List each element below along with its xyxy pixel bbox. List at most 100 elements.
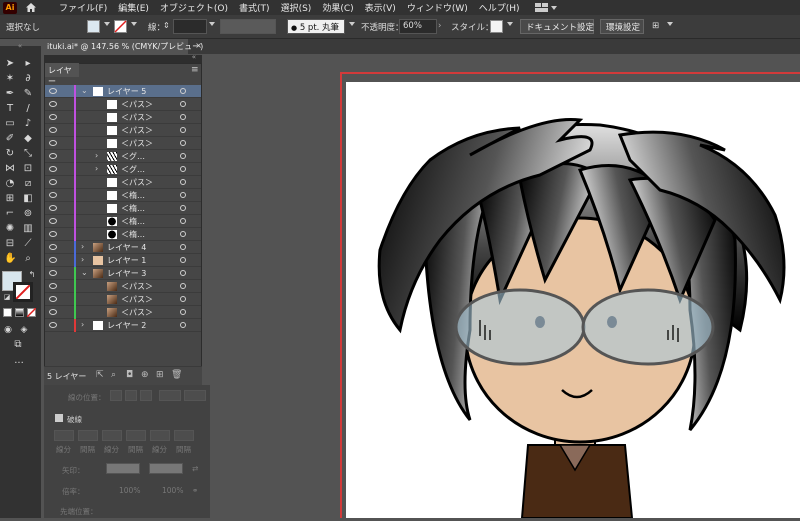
symbol-sprayer-icon[interactable]: ✺ [4,223,16,235]
gap-3-field[interactable] [174,430,194,441]
layer-row[interactable]: ＜パス＞ [45,293,201,306]
stroke-weight-field[interactable] [173,19,207,34]
opacity-arrow-icon[interactable]: › [438,21,441,31]
layer-row[interactable]: ＜パス＞ [45,124,201,137]
menu-view[interactable]: 表示(V) [365,1,396,14]
delete-layer-icon[interactable]: 🗑 [171,370,182,380]
brush-definition[interactable]: ● 5 pt. 丸筆 [287,19,345,34]
chevron-down-icon[interactable] [104,22,110,26]
type-tool-icon[interactable]: T [4,103,16,115]
scale-icon[interactable]: ⤡ [22,148,34,160]
gap-1-field[interactable] [78,430,98,441]
visibility-eye-icon[interactable] [49,283,57,289]
target-circle-icon[interactable] [180,192,186,198]
align-inside-icon[interactable] [125,390,137,401]
panel-menu-icon[interactable]: ≡ [191,65,199,75]
default-colors-icon[interactable]: ◪ [1,291,13,303]
link-icon[interactable]: ⚭ [192,486,198,495]
layer-row[interactable]: ＜パス＞ [45,98,201,111]
visibility-eye-icon[interactable] [49,231,57,237]
layer-row[interactable]: ⌄ レイヤー 3 [45,267,201,280]
target-circle-icon[interactable] [180,322,186,328]
character-illustration[interactable] [346,82,800,519]
fill-swatch[interactable] [87,20,100,33]
visibility-eye-icon[interactable] [49,270,57,276]
opacity-field[interactable]: 60% [399,19,437,34]
dashed-checkbox[interactable] [55,414,63,422]
artboard-tool-icon[interactable]: ⊟ [4,238,16,250]
target-circle-icon[interactable] [180,296,186,302]
layer-row[interactable]: ＜楕… [45,189,201,202]
rotate-icon[interactable]: ↻ [4,148,16,160]
layer-row[interactable]: › ＜グ… [45,163,201,176]
visibility-eye-icon[interactable] [49,192,57,198]
align-center-icon[interactable] [110,390,122,401]
target-circle-icon[interactable] [180,270,186,276]
variable-width-profile[interactable] [220,19,276,34]
start-scale[interactable]: 100% [119,486,140,495]
visibility-eye-icon[interactable] [49,153,57,159]
visibility-eye-icon[interactable] [49,101,57,107]
target-circle-icon[interactable] [180,179,186,185]
chevron-down-icon[interactable]: ⌄ [81,86,88,95]
target-circle-icon[interactable] [180,127,186,133]
chevron-right-icon[interactable]: › [81,255,84,264]
layer-row[interactable]: ＜パス＞ [45,306,201,319]
find-icon[interactable]: ⌕ [111,370,116,380]
dash-preset-2[interactable] [184,390,206,401]
layer-row[interactable]: ＜パス＞ [45,280,201,293]
export-icon[interactable]: ⇱ [96,370,104,380]
visibility-eye-icon[interactable] [49,127,57,133]
direct-selection-icon[interactable]: ▸ [22,58,34,70]
target-circle-icon[interactable] [180,101,186,107]
align-outside-icon[interactable] [140,390,152,401]
document-tab[interactable]: ituki.ai* @ 147.56 % (CMYK/プレビュー) × [43,39,203,54]
menu-select[interactable]: 選択(S) [281,1,312,14]
menu-object[interactable]: オブジェクト(O) [160,1,228,14]
layer-row[interactable]: ＜楕… [45,228,201,241]
perspective-icon[interactable]: ⧄ [22,178,34,190]
menu-file[interactable]: ファイル(F) [59,1,107,14]
visibility-eye-icon[interactable] [49,218,57,224]
workspace-switcher[interactable] [534,2,557,13]
graphic-style-swatch[interactable] [490,20,503,33]
start-arrow-select[interactable] [106,463,140,474]
dash-2-field[interactable] [102,430,122,441]
menu-edit[interactable]: 編集(E) [118,1,149,14]
visibility-eye-icon[interactable] [49,205,57,211]
preferences-button[interactable]: 環境設定 [600,19,644,34]
pen-tool-icon[interactable]: ✒ [4,88,16,100]
target-circle-icon[interactable] [180,153,186,159]
target-circle-icon[interactable] [180,244,186,250]
clip-mask-icon[interactable]: ◘ [126,370,133,380]
visibility-eye-icon[interactable] [49,88,57,94]
gap-2-field[interactable] [126,430,146,441]
hand-tool-icon[interactable]: ✋ [4,253,16,265]
target-circle-icon[interactable] [180,88,186,94]
free-transform-icon[interactable]: ⊡ [22,163,34,175]
target-circle-icon[interactable] [180,218,186,224]
curvature-icon[interactable]: ✎ [22,88,34,100]
home-icon[interactable] [25,2,37,13]
chevron-down-icon[interactable] [507,22,513,26]
end-scale[interactable]: 100% [162,486,183,495]
gradient-icon[interactable]: ◧ [22,193,34,205]
chevron-right-icon[interactable]: › [81,242,84,251]
visibility-eye-icon[interactable] [49,296,57,302]
width-tool-icon[interactable]: ⋈ [4,163,16,175]
target-circle-icon[interactable] [180,309,186,315]
menu-effect[interactable]: 効果(C) [322,1,353,14]
paintbrush-icon[interactable]: ♪ [22,118,34,130]
swap-colors-icon[interactable]: ↰ [26,269,38,281]
dash-1-field[interactable] [54,430,74,441]
visibility-eye-icon[interactable] [49,257,57,263]
dash-preset-1[interactable] [159,390,181,401]
layer-row[interactable]: › ＜グ… [45,150,201,163]
lasso-icon[interactable]: ∂ [22,73,34,85]
layer-row[interactable]: ＜楕… [45,202,201,215]
rectangle-tool-icon[interactable]: ▭ [4,118,16,130]
eraser-icon[interactable]: ◆ [22,133,34,145]
chevron-down-icon[interactable]: ⌄ [81,268,88,277]
layer-row[interactable]: ＜楕… [45,215,201,228]
none-mode-icon[interactable] [27,308,36,317]
